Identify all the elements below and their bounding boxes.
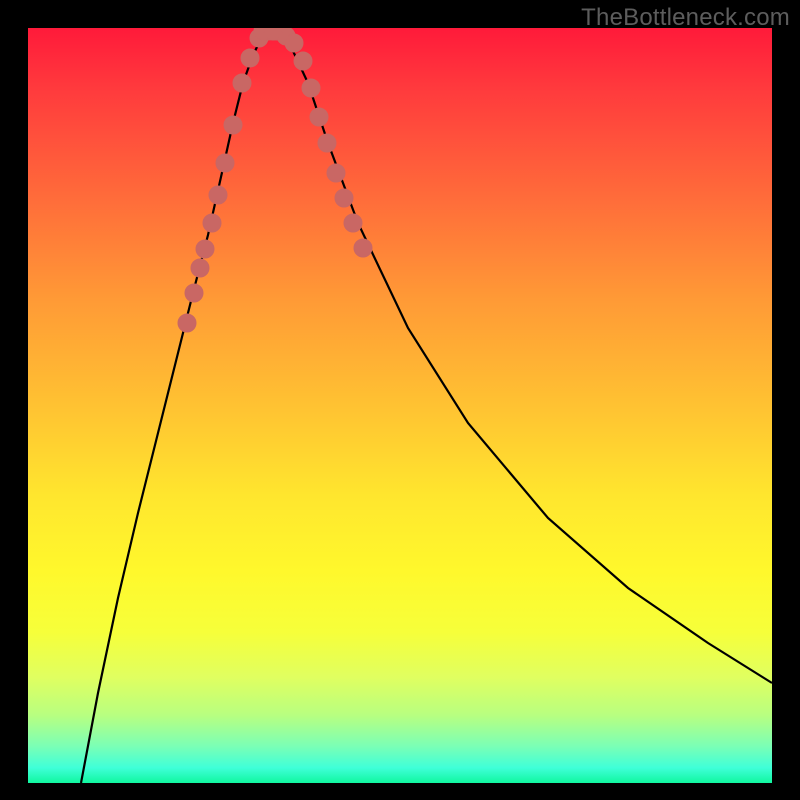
curve-marker — [203, 214, 221, 232]
curve-marker — [216, 154, 234, 172]
curve-marker — [285, 34, 303, 52]
watermark-text: TheBottleneck.com — [581, 4, 790, 32]
curve-marker — [344, 214, 362, 232]
curve-marker — [294, 52, 312, 70]
curve-marker — [178, 314, 196, 332]
curve-marker — [335, 189, 353, 207]
chart-plot-area — [28, 28, 772, 783]
chart-frame: TheBottleneck.com — [0, 0, 800, 800]
curve-marker — [224, 116, 242, 134]
bottleneck-curve — [81, 31, 772, 783]
curve-marker — [310, 108, 328, 126]
curve-marker — [241, 49, 259, 67]
curve-marker — [233, 74, 251, 92]
curve-marker — [185, 284, 203, 302]
bottleneck-curve-svg — [28, 28, 772, 783]
curve-marker — [191, 259, 209, 277]
curve-marker — [196, 240, 214, 258]
curve-marker — [327, 164, 345, 182]
curve-marker — [302, 79, 320, 97]
curve-marker — [354, 239, 372, 257]
curve-marker — [318, 134, 336, 152]
curve-marker — [209, 186, 227, 204]
